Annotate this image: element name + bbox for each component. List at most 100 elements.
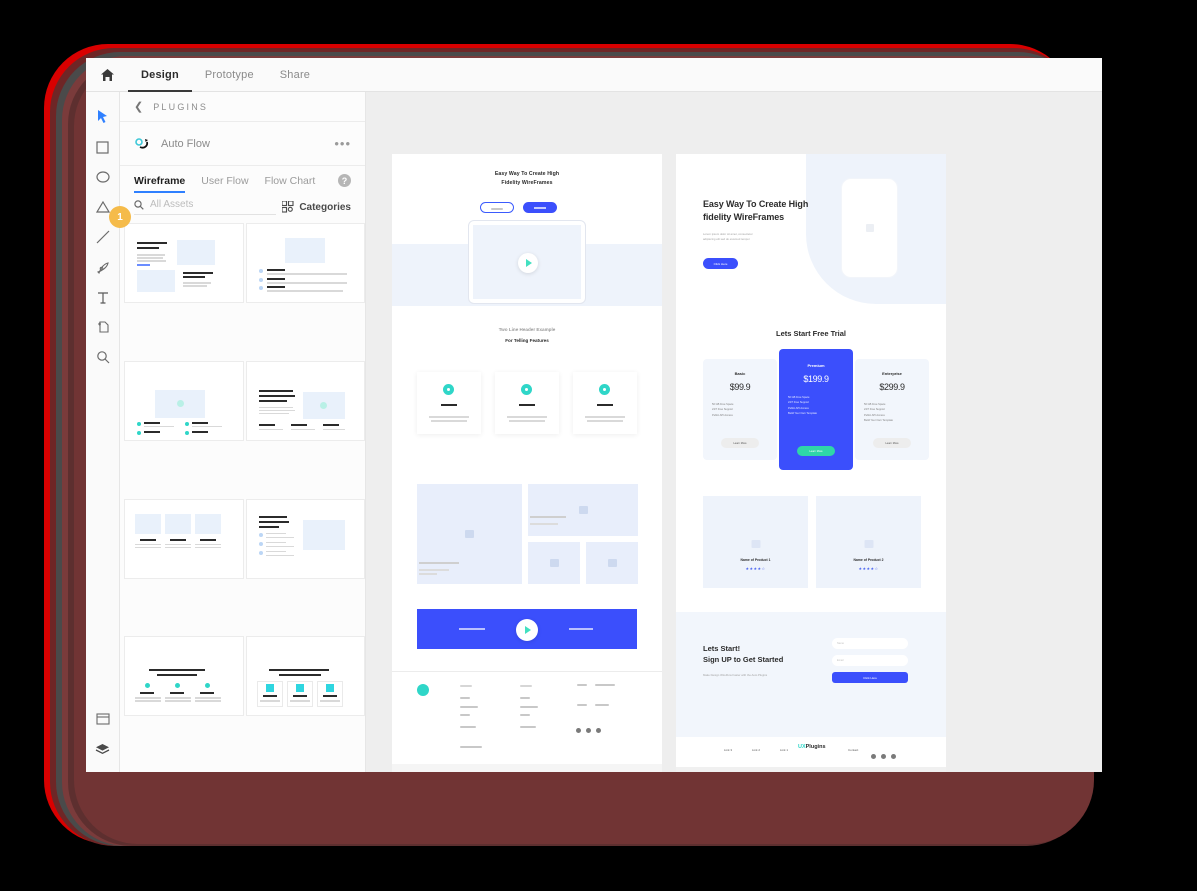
hf-product-name: Name of Product 2 xyxy=(853,558,884,562)
tab-user-flow[interactable]: User Flow xyxy=(201,175,248,193)
hf-plan-price: $99.9 xyxy=(729,382,751,392)
asset-thumb[interactable] xyxy=(124,360,244,441)
asset-thumb[interactable] xyxy=(124,636,244,717)
hf-hero-title-1: Easy Way To Create High xyxy=(703,199,809,209)
hf-price-card-premium[interactable]: Premium $199.9 50 GB Free Space 24/7 Fre… xyxy=(779,349,853,470)
asset-thumb[interactable] xyxy=(124,498,244,579)
wf-section-title-1: Two Line Header Example xyxy=(498,327,556,332)
wf-feature-card[interactable] xyxy=(495,372,559,434)
artboard-hifi[interactable]: Easy Way To Create High fidelity WireFra… xyxy=(676,154,946,772)
wf-cta-banner[interactable] xyxy=(417,609,637,649)
wf-footer-socials[interactable] xyxy=(576,720,608,733)
categories-icon xyxy=(282,201,294,213)
back-chevron-icon[interactable]: ❮ xyxy=(134,100,143,113)
panel-search-row: All Assets Categories xyxy=(120,193,365,215)
artboard-wireframe[interactable]: Easy Way To Create High Fidelity WireFra… xyxy=(392,154,662,772)
wf-gallery-image[interactable] xyxy=(586,542,638,584)
hf-signup-name-input[interactable]: Name xyxy=(832,638,908,649)
hf-footer-link-1[interactable]: Link 1 xyxy=(780,748,788,752)
hf-plan-button[interactable]: Learn More xyxy=(873,438,911,448)
hf-plan-price: $299.9 xyxy=(879,382,905,392)
wf-feature-card[interactable] xyxy=(417,372,481,434)
hf-logo-name: Plugins xyxy=(805,744,826,750)
zoom-tool[interactable] xyxy=(88,342,118,372)
wf-section-title-2: For Telling Features xyxy=(505,338,549,343)
wf-hero-button-outline[interactable] xyxy=(480,202,514,213)
step-badge: 1 xyxy=(109,206,131,228)
hf-signup-button[interactable]: Click Here xyxy=(832,672,908,683)
search-placeholder: All Assets xyxy=(150,199,194,210)
wf-gallery-image[interactable] xyxy=(528,484,638,536)
hf-logo-prefix: UX xyxy=(798,744,806,750)
tab-wireframe[interactable]: Wireframe xyxy=(134,175,185,193)
plugin-name: Auto Flow xyxy=(161,137,210,150)
tab-prototype[interactable]: Prototype xyxy=(192,58,267,92)
design-canvas[interactable]: Easy Way To Create High Fidelity WireFra… xyxy=(366,92,1102,772)
layers-tool[interactable] xyxy=(88,734,118,764)
hf-hero-button[interactable]: Click Here xyxy=(703,258,738,269)
auto-flow-icon xyxy=(134,135,151,152)
hf-signup-section: Lets Start! Sign UP to Get Started Make … xyxy=(676,612,946,737)
hf-plan-price: $199.9 xyxy=(803,374,829,384)
asset-thumb[interactable] xyxy=(245,636,365,717)
panel-tool[interactable] xyxy=(88,704,118,734)
hf-plan-feature: Public API Access xyxy=(712,413,733,417)
hf-footer-link-2[interactable]: Link 2 xyxy=(752,748,760,752)
twitter-icon xyxy=(881,754,886,759)
help-icon[interactable]: ? xyxy=(338,174,351,187)
hf-product-card[interactable]: Name of Product 1 ★★★★☆ xyxy=(703,496,808,588)
wf-hero-button-filled[interactable] xyxy=(523,202,557,213)
asset-thumb[interactable] xyxy=(245,223,365,303)
wf-cta-play-button[interactable] xyxy=(516,619,538,641)
tab-flow-chart[interactable]: Flow Chart xyxy=(265,175,316,193)
wf-gallery-image[interactable] xyxy=(528,542,580,584)
hf-product-card[interactable]: Name of Product 2 ★★★★☆ xyxy=(816,496,921,588)
tab-share[interactable]: Share xyxy=(267,58,323,92)
hf-hero-title-2: fidelity WireFrames xyxy=(703,212,785,222)
hf-signup-note: Make Design WireFlow Faster with the Aut… xyxy=(703,673,768,677)
home-button[interactable] xyxy=(86,58,128,92)
select-tool[interactable] xyxy=(88,102,118,132)
hf-product-rating: ★★★★☆ xyxy=(858,566,879,571)
wf-hero-title-2: Fidelity WireFrames xyxy=(501,180,553,186)
line-tool[interactable] xyxy=(88,222,118,252)
tab-design[interactable]: Design xyxy=(128,58,192,92)
hf-pricing-title: Lets Start Free Trial xyxy=(775,329,847,338)
hf-footer-link-3[interactable]: Link 3 xyxy=(724,748,732,752)
layers-icon xyxy=(95,743,110,754)
hf-plan-button[interactable]: Learn More xyxy=(797,446,835,456)
hf-signup-title-2: Sign UP to Get Started xyxy=(703,655,784,664)
text-tool[interactable] xyxy=(88,282,118,312)
app-window: Design Prototype Share 1 ❮ PLUGINS Auto … xyxy=(86,58,1102,772)
artboard-tool[interactable] xyxy=(88,312,118,342)
hf-footer-contact[interactable]: Contact xyxy=(848,748,858,752)
hf-plan-feature: Build Your Own Template xyxy=(864,419,893,423)
asset-thumb[interactable] xyxy=(245,360,365,441)
ellipse-tool[interactable] xyxy=(88,162,118,192)
hf-footer-socials[interactable] xyxy=(871,746,896,764)
wf-feature-card[interactable] xyxy=(573,372,637,434)
categories-button[interactable]: Categories xyxy=(282,201,351,213)
artboard-icon xyxy=(97,321,109,333)
hf-footer-logo[interactable]: UX Plugins xyxy=(798,744,826,750)
home-icon xyxy=(100,68,114,81)
hf-signup-email-input[interactable]: Email xyxy=(832,655,908,666)
panel-icon xyxy=(95,713,110,725)
plugin-row-auto-flow[interactable]: Auto Flow ••• xyxy=(120,122,365,166)
hf-signup-title-1: Lets Start! xyxy=(703,644,741,653)
hf-price-card-basic[interactable]: Basic $99.9 50 GB Free Space 24/7 Free S… xyxy=(703,359,777,460)
hf-plan-button[interactable]: Learn More xyxy=(721,438,759,448)
cursor-icon xyxy=(98,110,107,123)
hf-footer: Link 3 Link 2 Link 1 UX Plugins Contact xyxy=(676,737,946,772)
plugin-menu-icon[interactable]: ••• xyxy=(334,136,351,151)
wf-play-button[interactable] xyxy=(518,253,538,273)
asset-thumb[interactable] xyxy=(124,223,244,303)
search-input[interactable]: All Assets xyxy=(134,199,277,215)
search-icon xyxy=(134,199,144,210)
hf-price-card-enterprise[interactable]: Enterprise $299.9 50 GB Free Space 24/7 … xyxy=(855,359,929,460)
hf-hero-paragraph-2: adipiscing elit sed do eiusmod tempor xyxy=(703,237,750,241)
pen-tool[interactable] xyxy=(88,252,118,282)
rectangle-tool[interactable] xyxy=(88,132,118,162)
line-icon xyxy=(96,230,109,244)
asset-thumb[interactable] xyxy=(245,498,365,579)
